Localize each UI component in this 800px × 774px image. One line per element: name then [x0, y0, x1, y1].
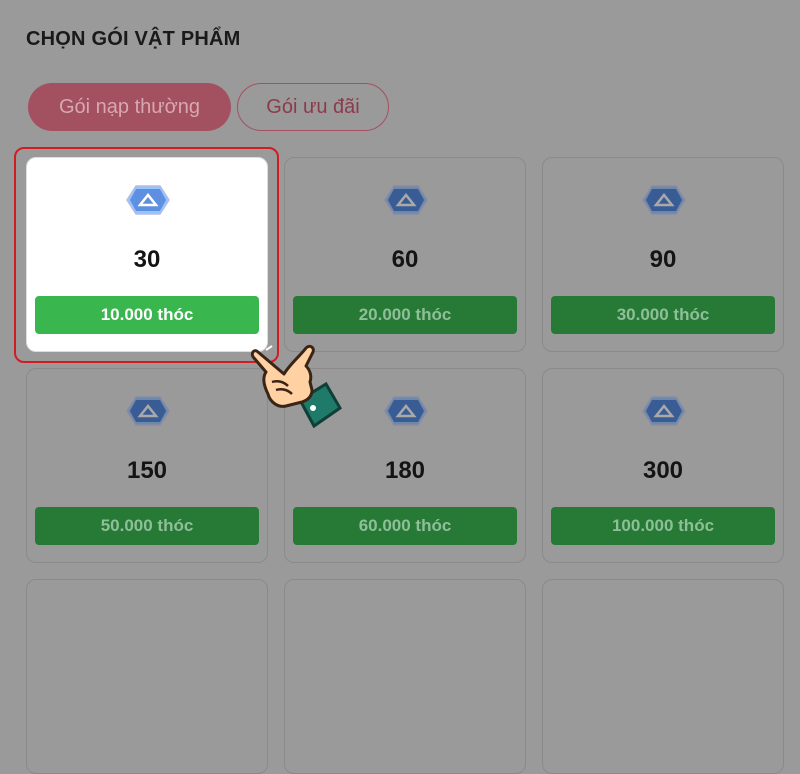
- tab-promo-packages[interactable]: Gói ưu đãi: [237, 83, 389, 131]
- price-label: 10.000 thóc: [100, 305, 194, 324]
- package-card-row3-3[interactable]: [542, 579, 784, 774]
- tab-label: Gói ưu đãi: [266, 95, 360, 118]
- pointing-hand-icon: [250, 339, 342, 429]
- package-amount: 60: [391, 246, 419, 273]
- gem-icon: [384, 396, 428, 426]
- gem-icon: [642, 396, 686, 426]
- price-label: 20.000 thóc: [358, 305, 452, 324]
- price-button[interactable]: 100.000 thóc: [551, 507, 775, 545]
- package-amount: 150: [126, 457, 168, 484]
- price-button[interactable]: 50.000 thóc: [35, 507, 259, 545]
- section-title: CHỌN GÓI VẬT PHẨM: [26, 28, 241, 50]
- package-card-300[interactable]: 300 100.000 thóc: [542, 368, 784, 563]
- price-label: 30.000 thóc: [616, 305, 710, 324]
- package-card-90[interactable]: 90 30.000 thóc: [542, 157, 784, 352]
- package-card-150[interactable]: 150 50.000 thóc: [26, 368, 268, 563]
- gem-icon: [384, 185, 428, 215]
- gem-icon: [126, 185, 170, 215]
- price-label: 100.000 thóc: [611, 516, 715, 535]
- tab-regular-packages[interactable]: Gói nạp thường: [28, 83, 231, 131]
- price-button[interactable]: 30.000 thóc: [551, 296, 775, 334]
- price-button[interactable]: 60.000 thóc: [293, 507, 517, 545]
- package-amount: 90: [649, 246, 677, 273]
- package-card-row3-2[interactable]: [284, 579, 526, 774]
- gem-icon: [126, 396, 170, 426]
- price-label: 60.000 thóc: [358, 516, 452, 535]
- package-amount: 180: [384, 457, 426, 484]
- package-amount: 300: [642, 457, 684, 484]
- package-card-30[interactable]: 30 10.000 thóc: [26, 157, 268, 352]
- price-button[interactable]: 20.000 thóc: [293, 296, 517, 334]
- package-amount: 30: [133, 246, 161, 273]
- package-card-60[interactable]: 60 20.000 thóc: [284, 157, 526, 352]
- price-label: 50.000 thóc: [100, 516, 194, 535]
- gem-icon: [642, 185, 686, 215]
- package-card-row3-1[interactable]: [26, 579, 268, 774]
- tab-label: Gói nạp thường: [58, 95, 201, 118]
- price-button[interactable]: 10.000 thóc: [35, 296, 259, 334]
